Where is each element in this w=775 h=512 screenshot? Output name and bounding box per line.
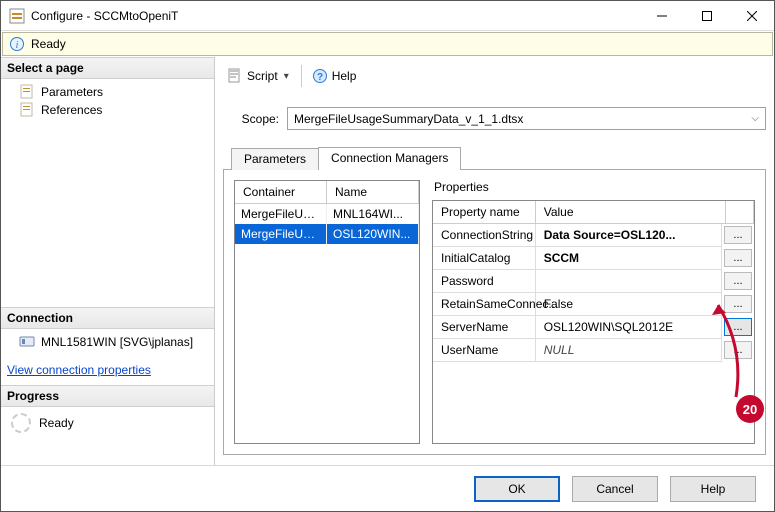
separator bbox=[301, 65, 302, 87]
help-icon: ? bbox=[312, 68, 328, 84]
managers-grid[interactable]: Container Name MergeFileUsag... MNL164WI… bbox=[234, 180, 420, 444]
page-references[interactable]: References bbox=[7, 101, 208, 119]
annotation-number: 20 bbox=[743, 402, 757, 417]
edit-button[interactable]: ... bbox=[724, 341, 752, 359]
prop-row-initialcatalog[interactable]: InitialCatalog SCCM ... bbox=[433, 247, 754, 270]
view-connection-properties-link[interactable]: View connection properties bbox=[1, 355, 214, 385]
col-action bbox=[726, 201, 754, 224]
col-container[interactable]: Container bbox=[235, 181, 327, 204]
prop-name: ConnectionString bbox=[433, 224, 536, 247]
prop-name: UserName bbox=[433, 339, 536, 362]
close-button[interactable] bbox=[729, 1, 774, 31]
app-icon bbox=[9, 8, 25, 24]
minimize-button[interactable] bbox=[639, 1, 684, 31]
cell-container: MergeFileUsag... bbox=[235, 204, 327, 224]
dialog-buttons: OK Cancel Help bbox=[1, 465, 774, 511]
prop-name: Password bbox=[433, 270, 536, 293]
toolbar: Script ▾ ? Help bbox=[223, 63, 766, 97]
col-name[interactable]: Name bbox=[327, 181, 419, 204]
help-button-bottom[interactable]: Help bbox=[670, 476, 756, 502]
page-icon bbox=[19, 102, 35, 118]
prop-row-username[interactable]: UserName NULL ... bbox=[433, 339, 754, 362]
edit-button[interactable]: ... bbox=[724, 272, 752, 290]
connection-item[interactable]: MNL1581WIN [SVG\jplanas] bbox=[7, 333, 208, 351]
connection-header: Connection bbox=[1, 307, 214, 329]
cancel-button[interactable]: Cancel bbox=[572, 476, 658, 502]
prop-name: RetainSameConnec... bbox=[433, 293, 536, 316]
properties-panel: Properties Property name Value Connectio… bbox=[432, 180, 755, 444]
titlebar: Configure - SCCMtoOpeniT bbox=[1, 1, 774, 31]
cell-name: MNL164WI... bbox=[327, 204, 419, 224]
connection-label: MNL1581WIN [SVG\jplanas] bbox=[41, 335, 193, 349]
progress-header: Progress bbox=[1, 385, 214, 407]
edit-button[interactable]: ... bbox=[724, 295, 752, 313]
tab-parameters[interactable]: Parameters bbox=[231, 148, 319, 170]
prop-row-retainsameconnection[interactable]: RetainSameConnec... False ... bbox=[433, 293, 754, 316]
left-panel: Select a page Parameters References Conn… bbox=[1, 57, 215, 465]
prop-value: NULL bbox=[536, 339, 722, 362]
prop-row-servername[interactable]: ServerName OSL120WIN\SQL2012E ... bbox=[433, 316, 754, 339]
managers-row-selected[interactable]: MergeFileUsag... OSL120WIN... bbox=[235, 224, 419, 244]
chevron-down-icon[interactable]: ▾ bbox=[282, 71, 291, 82]
edit-button[interactable]: ... bbox=[724, 249, 752, 267]
prop-value: OSL120WIN\SQL2012E bbox=[536, 316, 722, 339]
managers-row[interactable]: MergeFileUsag... MNL164WI... bbox=[235, 204, 419, 224]
status-strip: i Ready bbox=[2, 32, 773, 56]
window-controls bbox=[639, 1, 774, 31]
col-property-name[interactable]: Property name bbox=[433, 201, 536, 224]
scope-dropdown[interactable]: MergeFileUsageSummaryData_v_1_1.dtsx ⌵ bbox=[287, 107, 766, 130]
col-value[interactable]: Value bbox=[536, 201, 726, 224]
script-icon bbox=[227, 68, 243, 84]
page-references-label: References bbox=[41, 103, 102, 117]
progress-label: Ready bbox=[39, 416, 74, 430]
chevron-down-icon: ⌵ bbox=[751, 113, 759, 124]
prop-name: InitialCatalog bbox=[433, 247, 536, 270]
edit-button[interactable]: ... bbox=[724, 318, 752, 336]
properties-grid[interactable]: Property name Value ConnectionString Dat… bbox=[432, 200, 755, 444]
tab-connection-managers[interactable]: Connection Managers bbox=[318, 147, 461, 170]
scope-label: Scope: bbox=[223, 112, 279, 126]
managers-grid-header: Container Name bbox=[235, 181, 419, 204]
progress-item: Ready bbox=[1, 407, 214, 439]
edit-button[interactable]: ... bbox=[724, 226, 752, 244]
scope-row: Scope: MergeFileUsageSummaryData_v_1_1.d… bbox=[223, 107, 766, 130]
prop-value: SCCM bbox=[536, 247, 722, 270]
right-panel: Script ▾ ? Help Scope: MergeFileUsageSum… bbox=[215, 57, 774, 465]
tabs: Parameters Connection Managers bbox=[223, 146, 766, 170]
prop-value bbox=[536, 270, 722, 293]
page-parameters-label: Parameters bbox=[41, 85, 103, 99]
properties-grid-header: Property name Value bbox=[433, 201, 754, 224]
prop-row-connectionstring[interactable]: ConnectionString Data Source=OSL120... .… bbox=[433, 224, 754, 247]
help-label: Help bbox=[332, 69, 357, 83]
prop-row-password[interactable]: Password ... bbox=[433, 270, 754, 293]
ok-button[interactable]: OK bbox=[474, 476, 560, 502]
script-button[interactable]: Script ▾ bbox=[223, 66, 295, 86]
tab-pane: Container Name MergeFileUsag... MNL164WI… bbox=[223, 170, 766, 455]
page-parameters[interactable]: Parameters bbox=[7, 83, 208, 101]
prop-name: ServerName bbox=[433, 316, 536, 339]
info-icon: i bbox=[9, 36, 25, 52]
svg-text:?: ? bbox=[317, 72, 323, 83]
scope-value: MergeFileUsageSummaryData_v_1_1.dtsx bbox=[294, 112, 523, 126]
cell-name: OSL120WIN... bbox=[327, 224, 419, 244]
spinner-icon bbox=[11, 413, 31, 433]
script-label: Script bbox=[247, 69, 278, 83]
properties-title: Properties bbox=[432, 180, 755, 200]
prop-value: False bbox=[536, 293, 722, 316]
cell-container: MergeFileUsag... bbox=[235, 224, 327, 244]
status-text: Ready bbox=[31, 37, 66, 51]
prop-value: Data Source=OSL120... bbox=[536, 224, 722, 247]
annotation-badge: 20 bbox=[736, 395, 764, 423]
help-button[interactable]: ? Help bbox=[308, 66, 361, 86]
window-title: Configure - SCCMtoOpeniT bbox=[31, 9, 639, 23]
svg-text:i: i bbox=[16, 40, 19, 51]
server-icon bbox=[19, 334, 35, 350]
page-icon bbox=[19, 84, 35, 100]
maximize-button[interactable] bbox=[684, 1, 729, 31]
select-page-header: Select a page bbox=[1, 57, 214, 79]
